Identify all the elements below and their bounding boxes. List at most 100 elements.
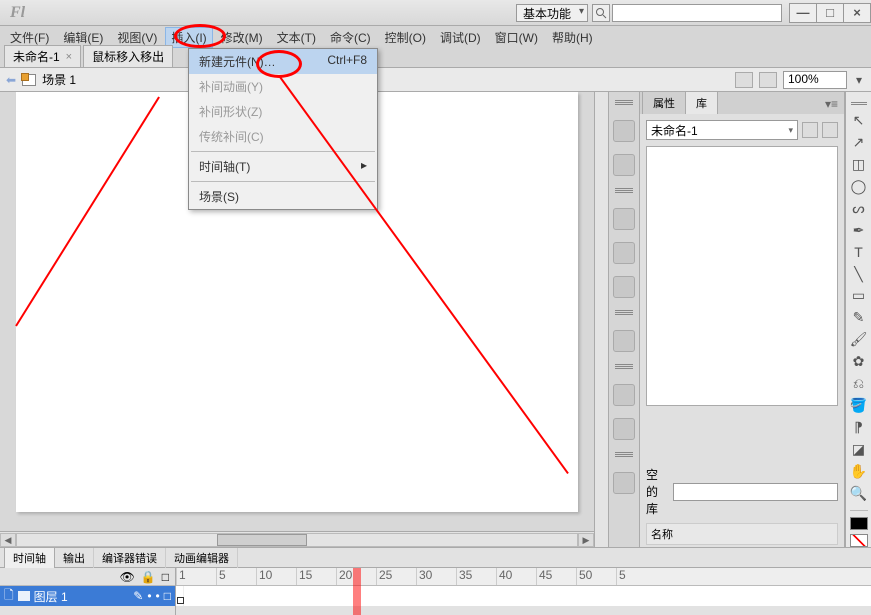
- line-tool[interactable]: ╲: [849, 265, 869, 283]
- classic-tween-menuitem[interactable]: 传统补间(C): [189, 124, 377, 149]
- edit-scene-button[interactable]: [735, 72, 753, 88]
- strip-handle-icon[interactable]: [613, 452, 635, 460]
- file-tab[interactable]: 鼠标移入移出: [83, 45, 173, 67]
- keyframe[interactable]: [176, 586, 184, 606]
- scroll-right-icon[interactable]: ▶: [578, 533, 594, 547]
- layer-row[interactable]: 🗋 图层 1 ✎ • • □: [0, 586, 175, 606]
- ruler-tick: 5: [216, 568, 256, 585]
- maximize-button[interactable]: □: [816, 3, 844, 23]
- scroll-thumb[interactable]: [217, 534, 307, 546]
- strip-handle-icon[interactable]: [613, 364, 635, 372]
- library-document-select[interactable]: 未命名-1: [646, 120, 798, 140]
- lock-icon[interactable]: 🔒: [141, 570, 156, 584]
- scroll-left-icon[interactable]: ◀: [0, 533, 16, 547]
- menuitem-label: 时间轴(T): [199, 158, 250, 175]
- menu-text[interactable]: 文本(T): [271, 27, 322, 48]
- pin-library-icon[interactable]: [802, 122, 818, 138]
- strip-handle-icon[interactable]: [613, 310, 635, 318]
- bone-tool[interactable]: ⎌: [849, 375, 869, 393]
- menu-separator: [191, 151, 375, 152]
- eraser-tool[interactable]: ◪: [849, 441, 869, 459]
- library-tab[interactable]: 库: [685, 91, 718, 114]
- title-bar: Fl 基本功能 — □ ×: [0, 0, 871, 26]
- library-search-input[interactable]: [673, 483, 838, 501]
- strip-handle-icon[interactable]: [613, 100, 635, 108]
- menu-window[interactable]: 窗口(W): [489, 27, 544, 48]
- library-panel-icon[interactable]: [613, 330, 635, 352]
- menu-debug[interactable]: 调试(D): [434, 27, 487, 48]
- layer-visible-dot[interactable]: •: [147, 589, 151, 603]
- fill-color-swatch[interactable]: [850, 534, 868, 547]
- scene-menuitem[interactable]: 场景(S): [189, 184, 377, 209]
- edit-symbol-button[interactable]: [759, 72, 777, 88]
- pencil-tool[interactable]: ✎: [849, 309, 869, 327]
- layer-lock-dot[interactable]: •: [156, 589, 160, 603]
- ruler-tick: 40: [496, 568, 536, 585]
- layer-outline-box[interactable]: □: [164, 589, 171, 603]
- search-icon[interactable]: [592, 4, 610, 22]
- motion-tween-menuitem[interactable]: 补间动画(Y): [189, 74, 377, 99]
- output-tab[interactable]: 输出: [55, 548, 94, 568]
- transform-panel-icon[interactable]: [613, 276, 635, 298]
- swatches-panel-icon[interactable]: [613, 154, 635, 176]
- properties-tab[interactable]: 属性: [642, 91, 686, 114]
- motion-panel-icon[interactable]: [613, 418, 635, 440]
- tools-panel: ↖ ↗ ◫ ◯ ᔕ ✒ T ╲ ▭ ✎ 🖌 ✿ ⎌ 🪣 ⁋ ◪ ✋ 🔍: [845, 92, 871, 547]
- pencil-icon: ✎: [133, 589, 143, 603]
- stroke-color-swatch[interactable]: [850, 517, 868, 530]
- horizontal-scrollbar[interactable]: ◀ ▶: [0, 531, 594, 547]
- menu-commands[interactable]: 命令(C): [324, 27, 377, 48]
- align-panel-icon[interactable]: [613, 208, 635, 230]
- search-input[interactable]: [612, 4, 782, 22]
- tools-handle-icon[interactable]: [849, 102, 869, 107]
- 3d-rotation-tool[interactable]: ◯: [849, 177, 869, 195]
- brush-tool[interactable]: 🖌: [849, 331, 869, 349]
- eye-icon[interactable]: 👁: [120, 570, 135, 584]
- file-tab-label: 鼠标移入移出: [92, 48, 164, 65]
- text-tool[interactable]: T: [849, 243, 869, 261]
- file-tab[interactable]: 未命名-1×: [4, 45, 81, 67]
- color-panel-icon[interactable]: [613, 120, 635, 142]
- hand-tool[interactable]: ✋: [849, 463, 869, 481]
- menu-modify[interactable]: 修改(M): [215, 27, 269, 48]
- ruler-tick: 45: [536, 568, 576, 585]
- zoom-dropdown-icon[interactable]: ▾: [853, 73, 865, 87]
- strip-handle-icon[interactable]: [613, 188, 635, 196]
- new-symbol-menuitem[interactable]: 新建元件(N)… Ctrl+F8: [189, 49, 377, 74]
- free-transform-tool[interactable]: ◫: [849, 155, 869, 173]
- menu-help[interactable]: 帮助(H): [546, 27, 599, 48]
- lasso-tool[interactable]: ᔕ: [849, 199, 869, 217]
- pen-tool[interactable]: ✒: [849, 221, 869, 239]
- eyedropper-tool[interactable]: ⁋: [849, 419, 869, 437]
- library-name-column[interactable]: 名称: [646, 523, 838, 545]
- deco-tool[interactable]: ✿: [849, 353, 869, 371]
- frame-row[interactable]: [176, 586, 871, 606]
- menuitem-label: 新建元件(N)…: [199, 53, 276, 70]
- menu-control[interactable]: 控制(O): [379, 27, 432, 48]
- vertical-scrollbar[interactable]: [594, 92, 608, 547]
- subselection-tool[interactable]: ↗: [849, 133, 869, 151]
- selection-tool[interactable]: ↖: [849, 111, 869, 129]
- rectangle-tool[interactable]: ▭: [849, 287, 869, 305]
- close-button[interactable]: ×: [843, 3, 871, 23]
- timeline-tab[interactable]: 时间轴: [4, 547, 55, 568]
- close-tab-icon[interactable]: ×: [66, 51, 72, 63]
- motion-editor-tab[interactable]: 动画编辑器: [166, 548, 238, 568]
- workspace-dropdown[interactable]: 基本功能: [516, 4, 588, 22]
- paint-bucket-tool[interactable]: 🪣: [849, 397, 869, 415]
- scene-icon: [22, 74, 36, 86]
- new-library-icon[interactable]: [822, 122, 838, 138]
- back-arrow-icon[interactable]: ⬅: [6, 73, 16, 87]
- project-panel-icon[interactable]: [613, 472, 635, 494]
- panel-menu-icon[interactable]: ▾≡: [819, 94, 844, 114]
- shape-tween-menuitem[interactable]: 补间形状(Z): [189, 99, 377, 124]
- frame-ruler[interactable]: 1 5 10 15 20 25 30 35 40 45 50 5: [176, 568, 871, 586]
- timeline-menuitem[interactable]: 时间轴(T)▸: [189, 154, 377, 179]
- zoom-input[interactable]: 100%: [783, 71, 847, 89]
- outline-icon[interactable]: □: [162, 570, 169, 584]
- zoom-tool[interactable]: 🔍: [849, 485, 869, 503]
- compiler-errors-tab[interactable]: 编译器错误: [94, 548, 166, 568]
- minimize-button[interactable]: —: [789, 3, 817, 23]
- components-panel-icon[interactable]: [613, 384, 635, 406]
- info-panel-icon[interactable]: [613, 242, 635, 264]
